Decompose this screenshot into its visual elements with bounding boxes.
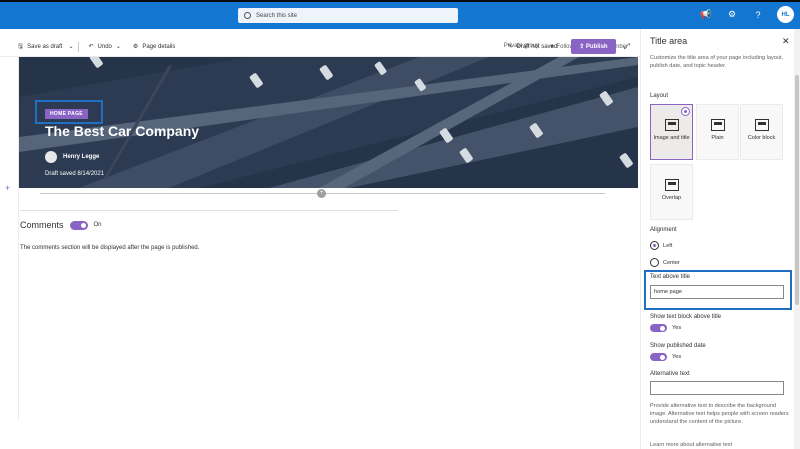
undo-button[interactable]: ↶ Undo ⌄ — [83, 43, 127, 51]
author-avatar — [45, 151, 57, 163]
toggle-switch — [650, 353, 667, 361]
alignment-center-label: Center — [663, 259, 680, 266]
save-draft-label: Save as draft — [27, 43, 63, 50]
toggle-switch — [650, 324, 667, 332]
comments-note: The comments section will be displayed a… — [20, 245, 200, 251]
show-text-block-label: Show text block above title — [650, 314, 722, 320]
layout-option-label: Image and title — [653, 135, 690, 141]
panel-scrollbar[interactable] — [794, 29, 800, 449]
draft-status-label: Draft not saved — [516, 43, 558, 50]
scrollbar-thumb[interactable] — [795, 75, 799, 305]
alternative-text-label: Alternative text — [650, 371, 690, 377]
author-byline: Henry Legge — [45, 151, 99, 163]
site-search-box[interactable]: Search this site — [238, 8, 458, 23]
highlight-box — [644, 270, 792, 310]
add-section-plus-icon[interactable]: + — [5, 183, 10, 193]
selected-radio-icon — [681, 107, 690, 116]
search-placeholder: Search this site — [256, 12, 298, 19]
layout-option-overlap[interactable]: Overlap — [650, 164, 693, 220]
gear-icon[interactable]: ⚙ — [725, 9, 739, 20]
show-published-date-label: Show published date — [650, 343, 706, 349]
toggle-value: Yes — [672, 354, 682, 360]
close-icon[interactable]: ✕ — [782, 36, 790, 47]
hero-image[interactable]: HOME PAGE The Best Car Company Henry Leg… — [19, 57, 638, 188]
divider — [77, 41, 79, 52]
page-details-button[interactable]: ⚙ Page details — [127, 43, 181, 51]
draft-saved-date: Draft saved 8/14/2021 — [45, 171, 105, 177]
page-title[interactable]: The Best Car Company — [45, 123, 199, 139]
author-name: Henry Legge — [63, 154, 100, 160]
suite-icons: 📢 ⚙ ? HL — [699, 6, 794, 23]
comments-toggle[interactable] — [69, 220, 88, 230]
pencil-icon: ✎ — [507, 44, 513, 50]
undo-icon: ↶ — [88, 44, 94, 50]
megaphone-icon[interactable]: 📢 — [699, 9, 713, 20]
search-icon — [244, 12, 251, 19]
undo-chevron-icon: ⌄ — [115, 44, 121, 50]
layout-option-label: Color block — [747, 135, 776, 141]
draft-status: ✎ Draft not saved — [502, 43, 564, 51]
alignment-left-option[interactable]: Left — [650, 241, 672, 250]
comments-header: Comments On — [20, 220, 102, 230]
layout-option-label: Plain — [711, 135, 724, 141]
layout-option-label: Overlap — [661, 195, 682, 201]
overlap-layout-icon — [664, 179, 679, 191]
user-avatar[interactable]: HL — [777, 6, 794, 23]
page-details-label: Page details — [142, 43, 176, 50]
color-block-icon — [754, 119, 769, 131]
command-bar-right: ✎ Draft not saved ⇪ Publish ⤢ — [502, 39, 630, 54]
save-draft-button[interactable]: 🖫 Save as draft — [12, 42, 68, 52]
alignment-label: Alignment — [650, 227, 677, 233]
title-area-panel: Title area ✕ Customize the title area of… — [640, 29, 800, 449]
publish-button[interactable]: ⇪ Publish — [571, 39, 616, 54]
alternative-text-input[interactable] — [650, 381, 784, 395]
learn-more-link[interactable]: Learn more about alternative text — [650, 442, 732, 448]
comments-divider — [20, 210, 398, 211]
window-top-edge — [0, 0, 800, 2]
panel-title: Title area — [650, 36, 688, 46]
command-bar: 🖫 Save as draft ⌄ ↶ Undo ⌄ ⚙ Page detail… — [0, 37, 640, 57]
expand-icon[interactable]: ⤢ — [624, 42, 630, 52]
comments-toggle-label: On — [93, 222, 102, 228]
toggle-value: Yes — [672, 325, 682, 331]
publish-label: Publish — [585, 44, 608, 50]
show-text-block-toggle[interactable]: Yes — [650, 324, 681, 332]
publish-icon: ⇪ — [579, 44, 586, 50]
image-and-title-icon — [664, 119, 679, 131]
alignment-left-label: Left — [663, 242, 673, 249]
layout-option-image-and-title[interactable]: Image and title — [650, 104, 693, 160]
comments-heading: Comments — [20, 220, 64, 230]
help-icon[interactable]: ? — [751, 10, 765, 20]
save-icon: 🖫 — [18, 43, 24, 50]
layout-option-plain[interactable]: Plain — [696, 104, 739, 160]
show-published-date-toggle[interactable]: Yes — [650, 353, 681, 361]
radio-icon — [650, 258, 659, 267]
gear-icon: ⚙ — [132, 44, 139, 50]
save-dropdown-chevron-icon[interactable]: ⌄ — [68, 43, 73, 50]
panel-description: Customize the title area of your page in… — [650, 55, 784, 69]
radio-icon — [650, 241, 659, 250]
layout-label: Layout — [650, 93, 669, 99]
plain-layout-icon — [710, 119, 725, 131]
alternative-text-help: Provide alternative text to describe the… — [650, 403, 789, 425]
highlight-box — [35, 100, 103, 124]
alignment-center-option[interactable]: Center — [650, 258, 680, 267]
add-section-handle-icon[interactable]: + — [317, 189, 326, 198]
layout-option-color-block[interactable]: Color block — [740, 104, 783, 160]
undo-label: Undo — [97, 43, 112, 50]
